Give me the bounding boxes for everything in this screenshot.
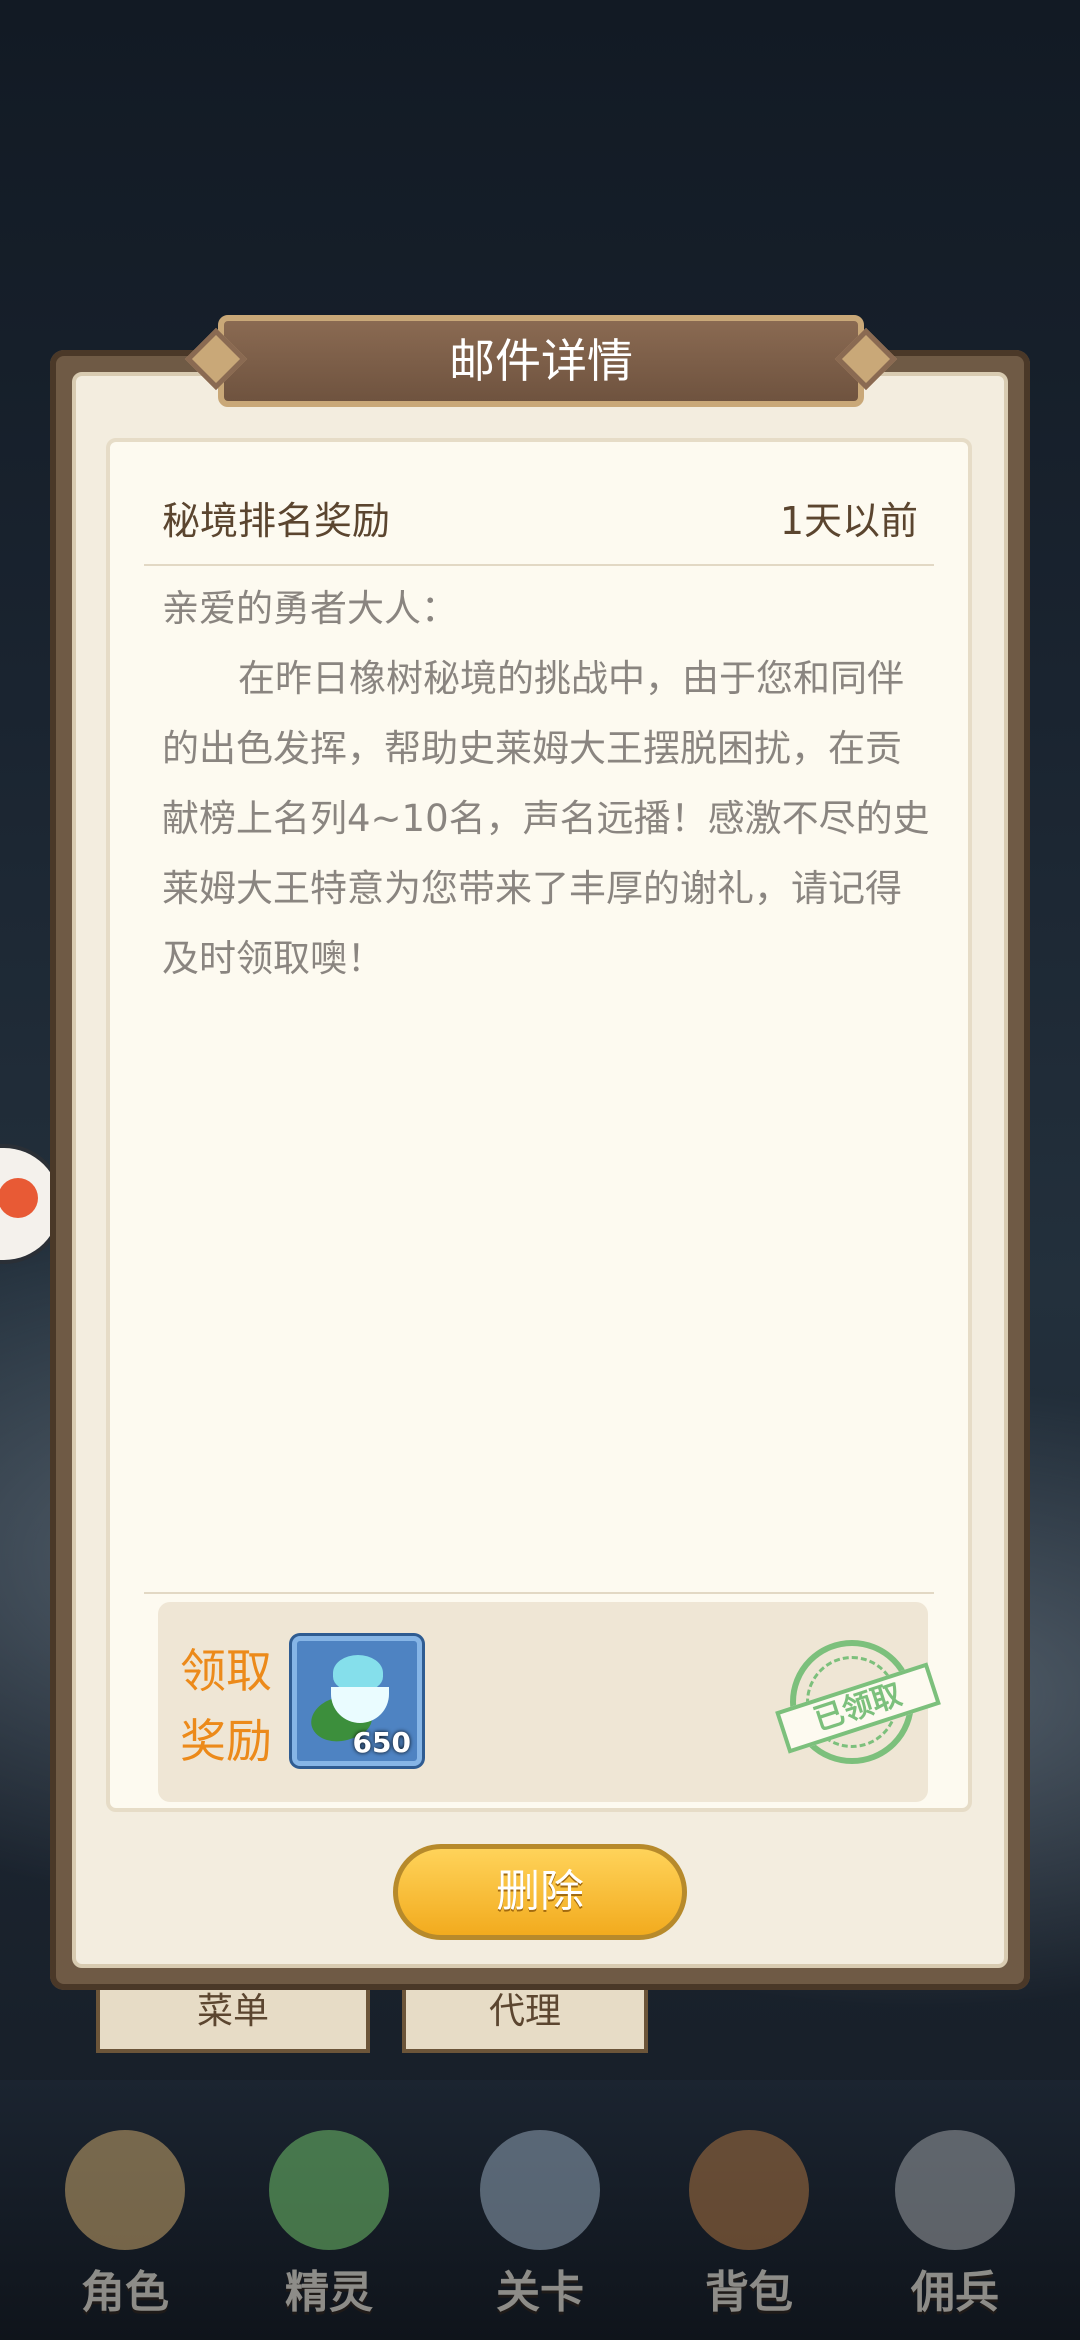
nav-item-character[interactable]: 角色 (30, 2120, 220, 2320)
nav-label: 关卡 (496, 2267, 584, 2318)
flame-bowl-icon (333, 1655, 383, 1691)
nav-label: 佣兵 (911, 2267, 999, 2318)
modal-title-banner: 邮件详情 (184, 315, 898, 407)
mail-time: 1天以前 (779, 499, 918, 543)
background-tab-label: 菜单 (196, 1991, 269, 2032)
nav-label: 角色 (81, 2267, 169, 2318)
reward-label: 领取奖励 (180, 1644, 272, 1768)
modal-title: 邮件详情 (449, 334, 633, 388)
nav-item-stage[interactable]: 关卡 (445, 2120, 635, 2320)
divider (144, 564, 934, 566)
divider (144, 1592, 934, 1594)
reward-count: 650 (352, 1726, 411, 1759)
reward-item-slot[interactable]: 650 (292, 1636, 422, 1766)
nav-item-backpack[interactable]: 背包 (654, 2120, 844, 2320)
nav-item-mercenary[interactable]: 佣兵 (860, 2120, 1050, 2320)
reward-section: 领取奖励 650 已领取 (158, 1602, 941, 1802)
mail-paper: 秘境排名奖励 1天以前 亲爱的勇者大人： 在昨日橡树秘境的挑战中，由于您和同伴的… (106, 438, 972, 1812)
stage-icon (480, 2130, 600, 2250)
character-icon (65, 2130, 185, 2250)
mercenary-icon (895, 2130, 1015, 2250)
mail-greeting: 亲爱的勇者大人： (162, 587, 458, 630)
bottom-nav: 角色 精灵 关卡 背包 佣兵 (0, 2080, 1080, 2340)
nav-label: 精灵 (285, 2267, 373, 2318)
nav-label: 背包 (705, 2267, 793, 2318)
delete-button[interactable]: 删除 (393, 1844, 687, 1940)
spirit-icon (269, 2130, 389, 2250)
bird-icon (0, 1178, 38, 1218)
backpack-icon (689, 2130, 809, 2250)
claimed-stamp: 已领取 (775, 1640, 941, 1764)
mail-body: 亲爱的勇者大人： 在昨日橡树秘境的挑战中，由于您和同伴的出色发挥，帮助史莱姆大王… (162, 574, 932, 994)
mail-subject: 秘境排名奖励 (162, 499, 391, 543)
mail-body-text: 在昨日橡树秘境的挑战中，由于您和同伴的出色发挥，帮助史莱姆大王摆脱困扰，在贡献榜… (162, 657, 930, 980)
nav-item-spirit[interactable]: 精灵 (234, 2120, 424, 2320)
background-tab-label: 代理 (488, 1991, 561, 2032)
